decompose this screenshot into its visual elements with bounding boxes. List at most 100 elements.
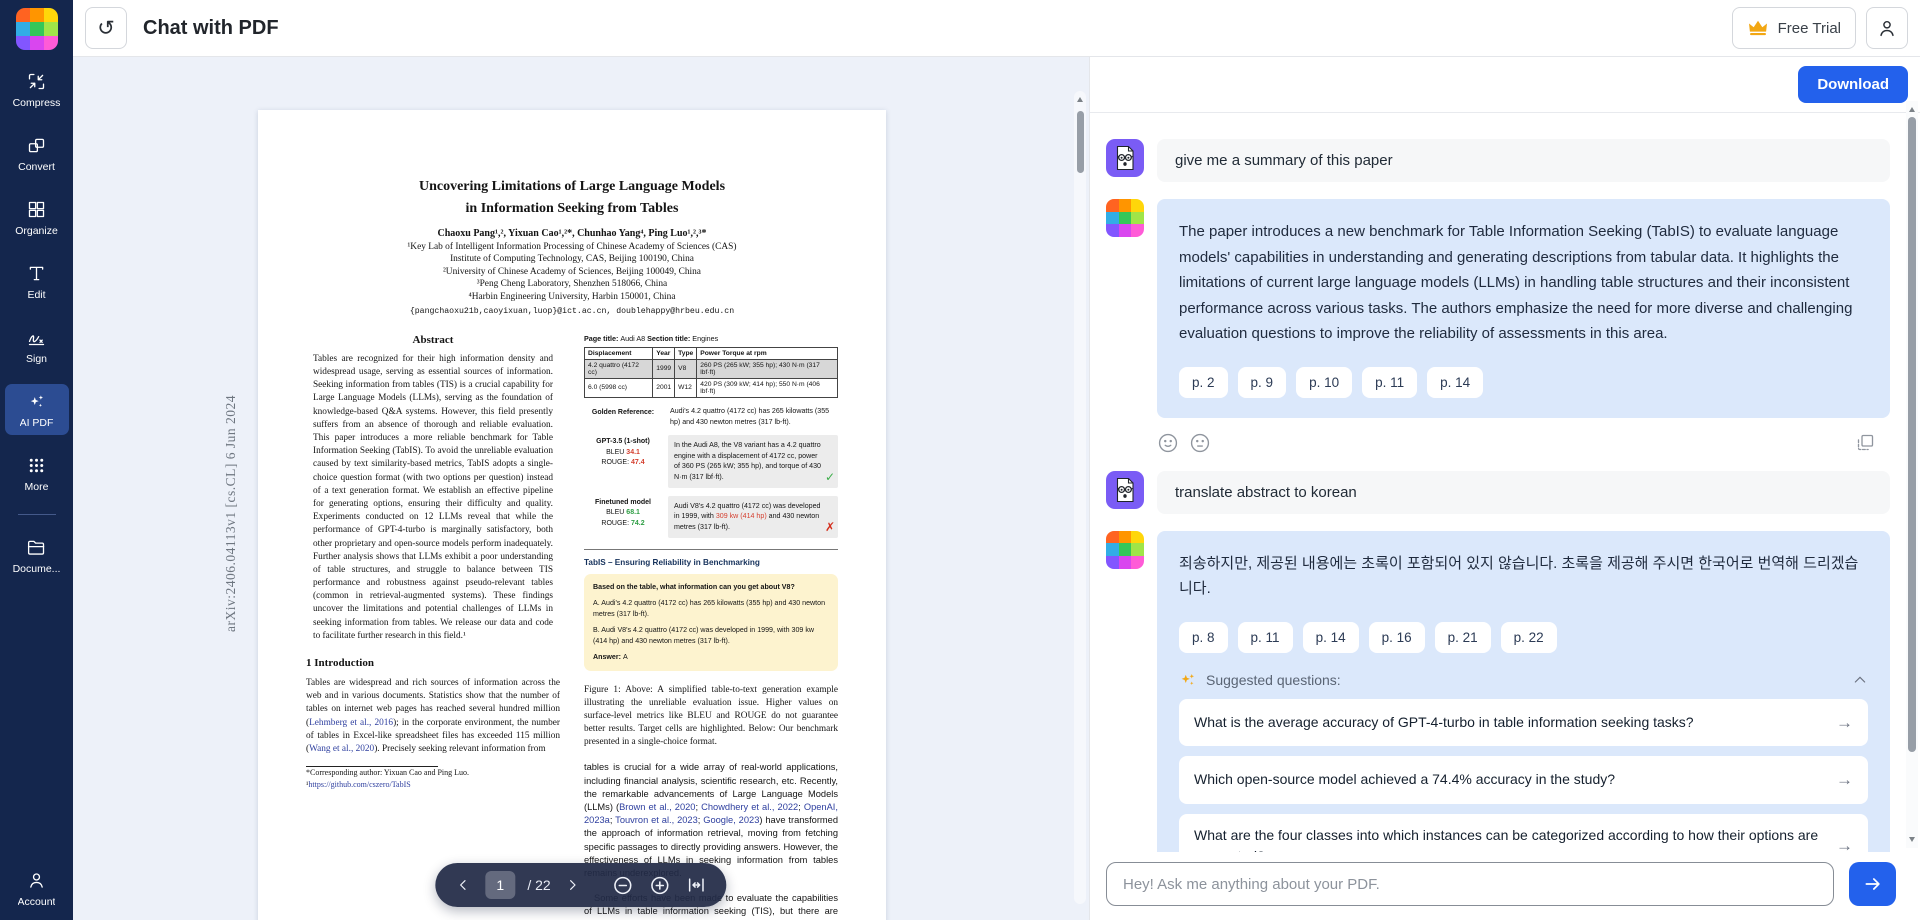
- app: { "app": { "title": "Chat with PDF" }, "…: [0, 0, 1920, 920]
- next-page-button[interactable]: [563, 875, 583, 895]
- sidebar-item-account[interactable]: Account: [5, 863, 69, 914]
- fit-width-button[interactable]: [685, 873, 709, 897]
- zoom-out-button[interactable]: [611, 873, 636, 898]
- table-row: 6.0 (5998 cc)2001 W12420 PS (309 kW; 414…: [585, 378, 838, 397]
- sidebar-item-organize[interactable]: Organize: [5, 192, 69, 243]
- sidebar-item-label: AI PDF: [20, 417, 54, 429]
- chat-scrollbar-thumb[interactable]: [1908, 117, 1916, 752]
- edit-text-icon: [26, 263, 47, 284]
- page-chip[interactable]: p. 10: [1296, 367, 1352, 398]
- paper-affiliation: Institute of Computing Technology, CAS, …: [306, 254, 838, 264]
- page-chip[interactable]: p. 8: [1179, 622, 1228, 653]
- assistant-avatar: [1106, 199, 1144, 237]
- page-chip[interactable]: p. 9: [1238, 367, 1287, 398]
- page-chip[interactable]: p. 22: [1501, 622, 1557, 653]
- folder-icon: [26, 537, 47, 558]
- minus-circle-icon: [613, 875, 634, 896]
- page-chip[interactable]: p. 14: [1303, 622, 1359, 653]
- sidebar-item-documents[interactable]: Docume...: [5, 530, 69, 581]
- sidebar-item-ai-pdf[interactable]: AI PDF: [5, 384, 69, 435]
- page-count: / 22: [527, 877, 550, 893]
- sidebar-item-sign[interactable]: Sign: [5, 320, 69, 371]
- sad-face-icon: [1189, 432, 1211, 454]
- paper-affiliation: ¹Key Lab of Intelligent Information Proc…: [306, 242, 838, 252]
- arrow-right-icon: →: [1836, 710, 1853, 736]
- page-chip[interactable]: p. 21: [1435, 622, 1491, 653]
- intro-text: Tables are widespread and rich sources o…: [306, 677, 560, 756]
- user-message: translate abstract to korean: [1106, 471, 1890, 514]
- feedback-row: [1106, 432, 1890, 454]
- pdf-mascot-avatar: [1106, 139, 1144, 177]
- page-chip[interactable]: p. 14: [1427, 367, 1483, 398]
- app-logo[interactable]: [16, 8, 58, 50]
- current-page-indicator[interactable]: 1: [485, 871, 515, 899]
- happy-face-icon: [1157, 432, 1179, 454]
- sidebar: Compress Convert Organize Edit Sign AI P…: [0, 0, 73, 920]
- feedback-positive-button[interactable]: [1157, 432, 1179, 454]
- suggested-question[interactable]: What are the four classes into which ins…: [1179, 814, 1868, 853]
- page-chip[interactable]: p. 11: [1362, 367, 1417, 398]
- assistant-message-bubble: The paper introduces a new benchmark for…: [1157, 199, 1890, 418]
- user-icon: [1876, 17, 1898, 39]
- free-trial-button[interactable]: Free Trial: [1732, 7, 1856, 49]
- benchmark-question-box: Based on the table, what information can…: [584, 574, 838, 671]
- previous-page-button[interactable]: [453, 875, 473, 895]
- suggested-questions-label: Suggested questions:: [1206, 672, 1341, 688]
- chat-scrollbar[interactable]: [1906, 101, 1918, 848]
- fit-width-icon: [687, 875, 707, 895]
- figure-table: DisplacementYear TypePower Torque at rpm…: [584, 347, 838, 398]
- assistant-message: 죄송하지만, 제공된 내용에는 초록이 포함되어 있지 않습니다. 초록을 제공…: [1106, 531, 1890, 853]
- arrow-right-icon: →: [1836, 833, 1853, 852]
- suggested-question[interactable]: What is the average accuracy of GPT-4-tu…: [1179, 699, 1868, 747]
- feedback-negative-button[interactable]: [1189, 432, 1211, 454]
- chevron-left-icon: [455, 877, 471, 893]
- paper-title: Uncovering Limitations of Large Language…: [306, 176, 838, 219]
- chat-panel: Download give me a summary of this paper…: [1089, 57, 1920, 920]
- collapse-suggestions-button[interactable]: [1852, 672, 1868, 688]
- suggested-question[interactable]: Which open-source model achieved a 74.4%…: [1179, 756, 1868, 804]
- account-button[interactable]: [1866, 7, 1908, 49]
- page-chip[interactable]: p. 2: [1179, 367, 1228, 398]
- sidebar-nav: Compress Convert Organize Edit Sign AI P…: [0, 64, 73, 581]
- sidebar-item-label: Account: [18, 896, 56, 908]
- paper-affiliation: ³Peng Cheng Laboratory, Shenzhen 518066,…: [306, 279, 838, 289]
- sidebar-item-compress[interactable]: Compress: [5, 64, 69, 115]
- sidebar-item-convert[interactable]: Convert: [5, 128, 69, 179]
- sidebar-item-label: More: [25, 481, 49, 493]
- scroll-up-arrow[interactable]: [1077, 97, 1083, 102]
- pdf-page: Uncovering Limitations of Large Language…: [258, 110, 886, 920]
- sidebar-item-label: Organize: [15, 225, 58, 237]
- header: ↺ Chat with PDF Free Trial: [73, 0, 1920, 57]
- table-row-highlighted: 4.2 quattro (4172 cc)1999 V8260 PS (265 …: [585, 359, 838, 378]
- zoom-in-button[interactable]: [648, 873, 673, 898]
- sparkle-icon: [1179, 671, 1197, 689]
- download-button[interactable]: Download: [1798, 66, 1908, 103]
- arxiv-watermark: arXiv:2406.04113v1 [cs.CL] 6 Jun 2024: [223, 312, 239, 632]
- sidebar-item-more[interactable]: More: [5, 448, 69, 499]
- footnote-link[interactable]: ¹https://github.com/cszero/TabIS: [306, 779, 560, 791]
- page-chip[interactable]: p. 11: [1238, 622, 1293, 653]
- figure-table-meta: Page title: Audi A8 Section title: Engin…: [584, 334, 838, 343]
- chat-toolbar: Download: [1090, 57, 1920, 113]
- sidebar-item-edit[interactable]: Edit: [5, 256, 69, 307]
- send-button[interactable]: [1849, 862, 1896, 906]
- copy-button[interactable]: [1855, 432, 1876, 453]
- scroll-down-arrow[interactable]: [1909, 837, 1915, 842]
- assistant-message-text: The paper introduces a new benchmark for…: [1179, 219, 1868, 347]
- start-over-button[interactable]: ↺: [85, 7, 127, 49]
- plus-circle-icon: [650, 875, 671, 896]
- page-title: Chat with PDF: [143, 17, 279, 40]
- scroll-up-arrow[interactable]: [1909, 107, 1915, 112]
- pdf-scrollbar-thumb[interactable]: [1077, 111, 1084, 173]
- check-icon: ✓: [825, 468, 835, 486]
- organize-icon: [26, 199, 47, 220]
- page-chip[interactable]: p. 16: [1369, 622, 1425, 653]
- chat-input[interactable]: [1106, 862, 1834, 906]
- finetuned-label: Finetuned model BLEU 68.1 ROUGE: 74.2: [584, 496, 662, 530]
- page-reference-list: p. 2 p. 9 p. 10 p. 11 p. 14: [1179, 367, 1868, 398]
- sidebar-divider: [18, 514, 56, 515]
- paper-authors: Chaoxu Pang¹,², Yixuan Cao¹,²*, Chunhao …: [306, 228, 838, 239]
- pdf-mascot-avatar: [1106, 471, 1144, 509]
- pdf-scrollbar[interactable]: [1074, 91, 1086, 904]
- suggested-questions: Suggested questions: What is the average…: [1179, 671, 1868, 853]
